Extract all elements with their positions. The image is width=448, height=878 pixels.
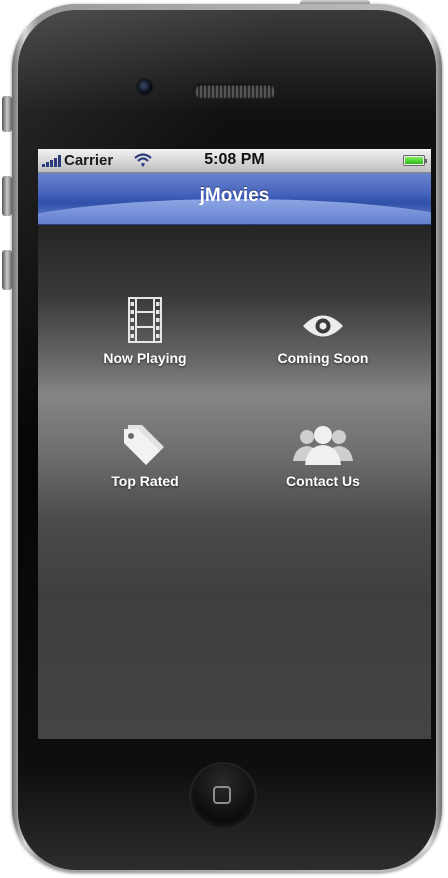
home-button[interactable]	[191, 764, 255, 828]
device-screen: Carrier 5:08 PM jMovies Now Playing Comi…	[38, 149, 431, 739]
menu-label-top-rated: Top Rated	[111, 473, 179, 489]
menu-item-now-playing[interactable]: Now Playing	[65, 297, 225, 397]
tag-icon	[124, 425, 164, 465]
home-square-icon	[213, 786, 231, 804]
film-strip-icon	[128, 297, 162, 343]
app-title: jMovies	[199, 185, 270, 206]
navigation-bar: jMovies	[38, 173, 431, 225]
menu-item-top-rated[interactable]: Top Rated	[65, 419, 225, 519]
mute-switch	[2, 96, 12, 132]
menu-label-contact-us: Contact Us	[286, 473, 360, 489]
status-bar: Carrier 5:08 PM	[38, 149, 431, 173]
simulator-page: Carrier 5:08 PM jMovies Now Playing Comi…	[0, 0, 448, 878]
menu-item-contact-us[interactable]: Contact Us	[243, 419, 403, 519]
front-camera-icon	[138, 80, 152, 94]
eye-icon	[303, 315, 343, 337]
menu-label-now-playing: Now Playing	[103, 350, 187, 366]
battery-level	[405, 157, 423, 164]
status-time: 5:08 PM	[204, 151, 265, 168]
volume-down-button	[2, 250, 12, 290]
battery-icon	[403, 155, 427, 166]
home-menu: Now Playing Coming Soon Top Rated Contac…	[38, 225, 431, 739]
earpiece-speaker	[194, 84, 276, 98]
menu-label-coming-soon: Coming Soon	[277, 350, 369, 366]
volume-up-button	[2, 176, 12, 216]
menu-item-coming-soon[interactable]: Coming Soon	[243, 297, 403, 397]
people-icon	[293, 426, 353, 465]
